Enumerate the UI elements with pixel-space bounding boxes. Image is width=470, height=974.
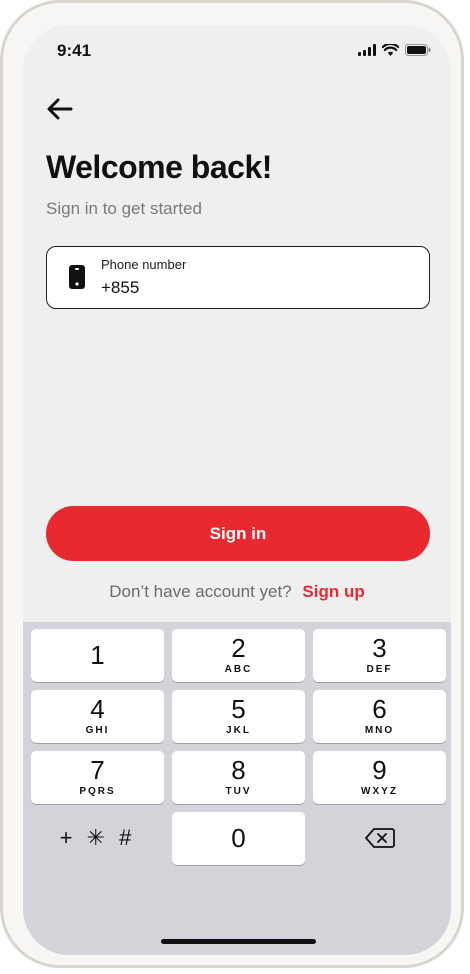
page-title: Welcome back! xyxy=(46,149,272,185)
phone-frame: 9:41 Welcome back! Sign in to get starte… xyxy=(0,0,464,968)
key-digit: 8 xyxy=(231,755,246,785)
key-letters: GHI xyxy=(85,725,110,736)
wifi-icon xyxy=(382,44,399,56)
key-9[interactable]: 9 WXYZ xyxy=(313,751,446,804)
phone-number-label: Phone number xyxy=(101,257,187,272)
status-bar: 9:41 xyxy=(23,25,451,75)
key-digit: 2 xyxy=(231,633,246,663)
key-digit: 7 xyxy=(90,755,105,785)
page-subtitle: Sign in to get started xyxy=(46,199,202,218)
key-digit: 1 xyxy=(90,640,105,670)
key-2[interactable]: 2 ABC xyxy=(172,629,305,682)
numeric-keypad: 1 2 ABC 3 DEF 4 GHI 5 JKL 6 MNO 7 PQRS 8… xyxy=(23,622,451,955)
phone-number-input[interactable]: +855 xyxy=(101,278,139,298)
key-4[interactable]: 4 GHI xyxy=(31,690,164,743)
battery-icon xyxy=(405,44,431,56)
key-digit: 3 xyxy=(372,633,387,663)
key-7[interactable]: 7 PQRS xyxy=(31,751,164,804)
sign-up-link[interactable]: Sign up xyxy=(302,582,364,601)
key-0[interactable]: 0 xyxy=(172,812,305,865)
key-digit: 6 xyxy=(372,694,387,724)
signal-icon xyxy=(358,44,376,56)
key-letters: JKL xyxy=(226,725,251,736)
key-digit: 9 xyxy=(372,755,387,785)
screen: 9:41 Welcome back! Sign in to get starte… xyxy=(23,25,451,955)
symbols-key[interactable]: + ✳ # xyxy=(31,811,164,864)
signup-prompt: Don’t have account yet? xyxy=(109,582,292,601)
sign-in-button[interactable]: Sign in xyxy=(46,506,430,561)
status-time: 9:41 xyxy=(57,41,92,60)
key-letters: DEF xyxy=(366,664,393,675)
key-letters: ABC xyxy=(224,664,253,675)
key-6[interactable]: 6 MNO xyxy=(313,690,446,743)
back-arrow-icon[interactable] xyxy=(45,95,75,123)
delete-key[interactable] xyxy=(313,811,446,864)
backspace-icon xyxy=(364,827,395,848)
key-letters: WXYZ xyxy=(361,786,398,797)
key-digit: 5 xyxy=(231,694,246,724)
key-letters: TUV xyxy=(225,786,252,797)
phone-number-field[interactable]: Phone number +855 xyxy=(46,246,430,309)
status-icons xyxy=(358,44,431,56)
signup-row: Don’t have account yet? Sign up xyxy=(23,582,451,602)
key-letters: MNO xyxy=(364,725,395,736)
key-5[interactable]: 5 JKL xyxy=(172,690,305,743)
key-digit: 4 xyxy=(90,694,105,724)
key-3[interactable]: 3 DEF xyxy=(313,629,446,682)
key-1[interactable]: 1 xyxy=(31,629,164,682)
home-indicator xyxy=(161,939,316,944)
phone-icon xyxy=(69,265,85,289)
key-letters: PQRS xyxy=(79,786,116,797)
key-digit: 0 xyxy=(231,823,246,853)
key-8[interactable]: 8 TUV xyxy=(172,751,305,804)
